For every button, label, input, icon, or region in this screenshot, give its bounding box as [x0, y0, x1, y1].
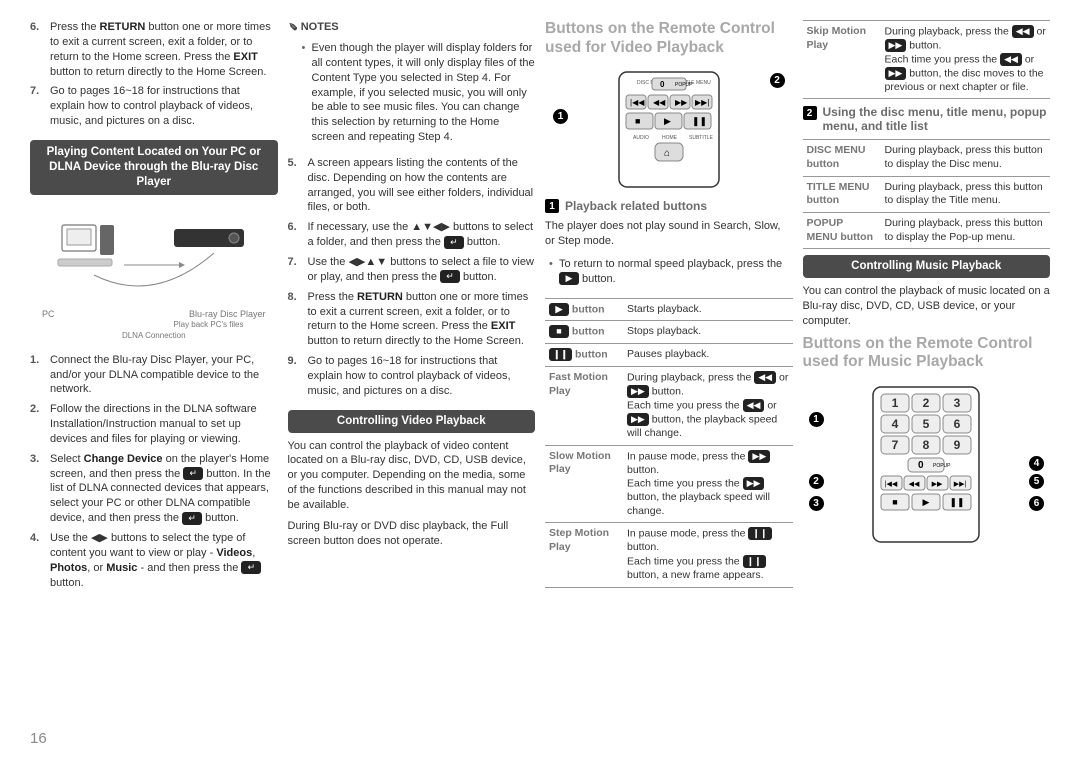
svg-text:5: 5	[923, 417, 930, 431]
step-9: Go to pages 16~18 for instructions that …	[288, 354, 536, 399]
table-row: TITLE MENU buttonDuring playback, press …	[803, 176, 1051, 212]
svg-text:6: 6	[954, 417, 961, 431]
remote-diagram-video: DISC MENU TITLE MENU 0 POPUP |◀◀ ◀◀ ▶▶ ▶…	[545, 63, 793, 193]
svg-text:▶▶: ▶▶	[675, 98, 688, 107]
column-3: Buttons on the Remote Control used for V…	[545, 20, 793, 710]
label-player: Blu-ray Disc Player	[189, 309, 266, 320]
table-row: ❙❙ buttonPauses playback.	[545, 344, 793, 367]
dlna-step-3: Select Change Device on the player's Hom…	[30, 452, 278, 526]
svg-text:4: 4	[892, 417, 899, 431]
m-callout-3: 3	[809, 496, 824, 511]
svg-text:|◀◀: |◀◀	[630, 98, 645, 107]
svg-text:7: 7	[892, 438, 899, 452]
svg-text:❚❚: ❚❚	[692, 116, 707, 127]
svg-text:■: ■	[893, 497, 898, 507]
m-callout-4: 4	[1029, 456, 1044, 471]
table-row: DISC MENU buttonDuring playback, press t…	[803, 140, 1051, 176]
step-7: Go to pages 16~18 for instructions that …	[30, 84, 278, 129]
callout-1: 1	[553, 109, 568, 124]
svg-text:POPUP: POPUP	[675, 82, 693, 88]
svg-text:3: 3	[954, 396, 961, 410]
svg-text:SUBTITLE: SUBTITLE	[689, 135, 714, 141]
header-music-playback: Controlling Music Playback	[803, 255, 1051, 278]
dlna-step-1: Connect the Blu-ray Disc Player, your PC…	[30, 353, 278, 398]
svg-text:0: 0	[660, 80, 665, 89]
step-7b: Use the ◀▶▲▼ buttons to select a file to…	[288, 255, 536, 285]
column-2: Notes Even though the player will displa…	[288, 20, 536, 710]
table-row: Slow Motion PlayIn pause mode, press the…	[545, 445, 793, 523]
m-callout-5: 5	[1029, 474, 1044, 489]
music-intro: You can control the playback of music lo…	[803, 284, 1051, 329]
dlna-step-4: Use the ◀▶ buttons to select the type of…	[30, 531, 278, 590]
svg-text:◀◀: ◀◀	[653, 98, 666, 107]
table-menu-buttons: DISC MENU buttonDuring playback, press t…	[803, 139, 1051, 249]
sub-menu-buttons: 2 Using the disc menu, title menu, popup…	[803, 105, 1051, 133]
note-1: Even though the player will display fold…	[302, 41, 536, 145]
svg-text:HOME: HOME	[662, 135, 678, 141]
m-callout-1: 1	[809, 412, 824, 427]
sub-playback-buttons: 1 Playback related buttons	[545, 199, 793, 213]
svg-text:POPUP: POPUP	[933, 463, 951, 469]
video-intro-2: During Blu-ray or DVD disc playback, the…	[288, 519, 536, 549]
table-playback-buttons: ▶ buttonStarts playback.■ buttonStops pl…	[545, 298, 793, 588]
table-skip-motion: Skip Motion PlayDuring playback, press t…	[803, 20, 1051, 99]
table-row: Step Motion PlayIn pause mode, press the…	[545, 523, 793, 587]
svg-text:0: 0	[918, 460, 924, 471]
label-arrow: Play back PC's files	[34, 320, 274, 330]
step-6: Press the RETURN button one or more time…	[30, 20, 278, 79]
skip-motion-desc: During playback, press the ◀◀ or ▶▶ butt…	[881, 21, 1051, 99]
column-1: Press the RETURN button one or more time…	[30, 20, 278, 710]
svg-text:❚❚: ❚❚	[950, 497, 965, 508]
m-callout-6: 6	[1029, 496, 1044, 511]
svg-text:▶▶|: ▶▶|	[954, 481, 967, 488]
title-remote-music: Buttons on the Remote Control used for M…	[803, 335, 1051, 372]
svg-text:2: 2	[923, 396, 930, 410]
list-steps-6-7: Press the RETURN button one or more time…	[30, 20, 278, 134]
notes-label: Notes	[288, 20, 536, 33]
m-callout-2: 2	[809, 474, 824, 489]
remote-diagram-music: 1 2 3 4 5 6 7 8 9 0 POPUP |◀◀ ◀◀ ▶▶ ▶	[803, 378, 1051, 548]
list-steps-5-9: A screen appears listing the contents of…	[288, 156, 536, 404]
header-video-playback: Controlling Video Playback	[288, 410, 536, 433]
sub1-bullet-list: To return to normal speed playback, pres…	[549, 257, 793, 292]
dlna-step-2: Follow the directions in the DLNA softwa…	[30, 402, 278, 447]
header-dlna: Playing Content Located on Your PC or DL…	[30, 140, 278, 195]
svg-text:9: 9	[954, 438, 961, 452]
page-number: 16	[30, 730, 47, 747]
svg-text:AUDIO: AUDIO	[633, 135, 649, 141]
callout-2: 2	[770, 73, 785, 88]
table-row: Fast Motion PlayDuring playback, press t…	[545, 367, 793, 445]
title-remote-video: Buttons on the Remote Control used for V…	[545, 20, 793, 57]
sub1-intro: The player does not play sound in Search…	[545, 219, 793, 249]
table-row: ■ buttonStops playback.	[545, 321, 793, 344]
notes-list: Even though the player will display fold…	[302, 41, 536, 150]
svg-text:1: 1	[892, 396, 899, 410]
svg-text:▶: ▶	[664, 116, 671, 126]
column-4: Skip Motion PlayDuring playback, press t…	[803, 20, 1051, 710]
list-dlna-steps: Connect the Blu-ray Disc Player, your PC…	[30, 353, 278, 596]
svg-text:■: ■	[635, 116, 640, 126]
video-intro: You can control the playback of video co…	[288, 439, 536, 513]
label-pc: PC	[42, 309, 55, 320]
step-6b: If necessary, use the ▲▼◀▶ buttons to se…	[288, 220, 536, 250]
table-row: POPUP MENU buttonDuring playback, press …	[803, 212, 1051, 248]
svg-text:▶▶: ▶▶	[932, 481, 943, 488]
dlna-diagram: PC Blu-ray Disc Player Play back PC's fi…	[30, 201, 278, 347]
svg-text:▶▶|: ▶▶|	[695, 98, 709, 107]
svg-text:8: 8	[923, 438, 930, 452]
svg-text:▶: ▶	[923, 497, 930, 507]
skip-motion-label: Skip Motion Play	[803, 21, 881, 99]
step-5: A screen appears listing the contents of…	[288, 156, 536, 215]
table-row: ▶ buttonStarts playback.	[545, 298, 793, 321]
step-8: Press the RETURN button one or more time…	[288, 290, 536, 349]
svg-text:◀◀: ◀◀	[909, 481, 920, 488]
label-dlna-conn: DLNA Connection	[34, 331, 274, 341]
svg-text:|◀◀: |◀◀	[885, 481, 898, 488]
sub1-bullet: To return to normal speed playback, pres…	[549, 257, 793, 287]
svg-text:⌂: ⌂	[664, 148, 670, 159]
